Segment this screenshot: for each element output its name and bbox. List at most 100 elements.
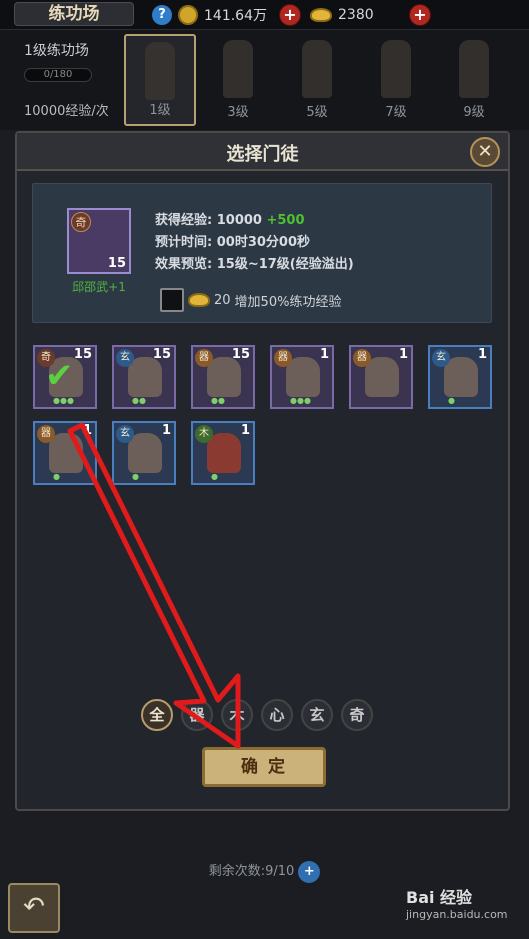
- level-card-9[interactable]: 9级: [438, 34, 510, 126]
- level-progress: 0/180: [24, 68, 92, 82]
- selected-hero-avatar: 奇 15: [67, 208, 131, 274]
- hero-portrait: [128, 433, 162, 473]
- hero-level: 1: [240, 423, 250, 438]
- level-card-label: 5级: [306, 105, 328, 120]
- gem-icons: ●: [448, 396, 455, 405]
- gold-currency: 2380: [310, 4, 374, 26]
- boost-checkbox[interactable]: [160, 288, 184, 312]
- filter-bar: 全 器 木 心 玄 奇: [141, 699, 373, 731]
- hero-card[interactable]: 木 1 ●: [191, 421, 255, 485]
- training-info-panel: 奇 15 邱邵武+1 获得经验: 10000 +500 预计时间: 00时30分…: [32, 183, 492, 323]
- gold-ingot-icon: [310, 8, 332, 22]
- hero-level: 1: [161, 423, 171, 438]
- hero-portrait: [286, 357, 320, 397]
- hero-portrait: [207, 433, 241, 473]
- gem-icons: ●: [132, 472, 139, 481]
- dialog-header: 选择门徒 ✕: [17, 133, 508, 171]
- time-line: 预计时间: 00时30分00秒: [155, 235, 310, 250]
- dialog-title: 选择门徒: [226, 144, 299, 165]
- filter-heart[interactable]: 心: [261, 699, 293, 731]
- hero-level: 1: [398, 347, 408, 362]
- info-lines: 获得经验: 10000 +500 预计时间: 00时30分00秒 效果预览: 1…: [155, 210, 354, 276]
- remaining-count: 剩余次数:9/10 +: [0, 860, 529, 883]
- hero-card[interactable]: 器 1 ●●●: [270, 345, 334, 409]
- exp-line: 获得经验: 10000 +500: [155, 210, 354, 232]
- help-icon[interactable]: ?: [152, 5, 172, 25]
- silver-currency: ? 141.64万: [152, 4, 267, 26]
- training-dummy-icon: [223, 40, 253, 98]
- level-name: 1级练功场: [24, 43, 89, 59]
- hero-card[interactable]: 器 1 ●: [33, 421, 97, 485]
- gem-icons: ●: [211, 472, 218, 481]
- page-title: 练功场: [14, 2, 134, 26]
- watermark-url: jingyan.baidu.com: [406, 908, 508, 921]
- confirm-button[interactable]: 确 定: [202, 747, 326, 787]
- hero-type-badge: 木: [195, 425, 213, 443]
- watermark-brand: Bai 经验: [406, 888, 473, 907]
- hero-card[interactable]: 器 1: [349, 345, 413, 409]
- hero-card[interactable]: 玄 15 ●●: [112, 345, 176, 409]
- silver-coin-icon: [178, 5, 198, 25]
- hero-card[interactable]: 器 15 ●●: [191, 345, 255, 409]
- hero-portrait: [49, 433, 83, 473]
- hero-type-badge: 器: [37, 425, 55, 443]
- baidu-watermark: Bai 经验 jingyan.baidu.com: [406, 884, 522, 934]
- filter-qi-rare[interactable]: 奇: [341, 699, 373, 731]
- hero-card[interactable]: 玄 1 ●: [112, 421, 176, 485]
- preview-line: 效果预览: 15级~17级(经验溢出): [155, 257, 354, 272]
- level-info: 1级练功场 0/180 10000经验/次: [24, 40, 124, 119]
- add-silver-button[interactable]: +: [279, 4, 301, 26]
- hero-type-badge: 奇: [71, 212, 91, 232]
- training-dummy-icon: [145, 42, 175, 100]
- filter-wood[interactable]: 木: [221, 699, 253, 731]
- boost-text: 增加50%练功经验: [234, 294, 342, 310]
- checkmark-icon: ✔: [45, 356, 74, 396]
- level-card-label: 1级: [149, 103, 171, 118]
- hero-level: 15: [231, 347, 250, 362]
- add-attempts-button[interactable]: +: [298, 860, 321, 883]
- filter-all[interactable]: 全: [141, 699, 173, 731]
- gem-icons: ●: [53, 472, 60, 481]
- hero-level: 1: [82, 423, 92, 438]
- gem-icons: ●●: [211, 396, 225, 405]
- hero-portrait: [365, 357, 399, 397]
- level-card-3[interactable]: 3级: [202, 34, 274, 126]
- close-button[interactable]: ✕: [470, 137, 500, 167]
- selected-hero-name: 邱邵武+1: [72, 280, 126, 294]
- gem-icons: ●●●: [53, 396, 74, 405]
- hero-portrait: [128, 357, 162, 397]
- level-card-label: 7级: [385, 105, 407, 120]
- top-bar: 练功场 ? 141.64万 + 2380 +: [0, 0, 529, 30]
- remaining-text: 剩余次数:9/10: [208, 864, 295, 879]
- level-card-label: 3级: [227, 105, 249, 120]
- training-dummy-icon: [459, 40, 489, 98]
- filter-xuan[interactable]: 玄: [301, 699, 333, 731]
- hero-card[interactable]: 玄 1 ●: [428, 345, 492, 409]
- add-gold-button[interactable]: +: [409, 4, 431, 26]
- level-card-5[interactable]: 5级: [281, 34, 353, 126]
- hero-portrait: [207, 357, 241, 397]
- boost-option: 20 增加50%练功经验: [160, 288, 341, 312]
- boost-cost: 20: [214, 292, 231, 308]
- level-card-7[interactable]: 7级: [360, 34, 432, 126]
- exp-label: 获得经验: 10000: [155, 213, 262, 228]
- hero-level: 15: [73, 347, 92, 362]
- hero-portrait: [444, 357, 478, 397]
- hero-type-badge: 玄: [116, 349, 134, 367]
- gem-icons: ●●: [132, 396, 146, 405]
- gold-ingot-icon: [188, 293, 210, 307]
- level-card-1[interactable]: 1级: [124, 34, 196, 126]
- hero-type-badge: 器: [274, 349, 292, 367]
- hero-card[interactable]: 奇 15 ✔ ●●●: [33, 345, 97, 409]
- level-card-label: 9级: [463, 105, 485, 120]
- hero-level: 1: [319, 347, 329, 362]
- exp-bonus: +500: [266, 213, 305, 228]
- silver-value: 141.64万: [204, 8, 267, 24]
- hero-level: 1: [477, 347, 487, 362]
- hero-type-badge: 玄: [432, 349, 450, 367]
- hero-level: 15: [107, 256, 126, 271]
- gem-icons: ●●●: [290, 396, 311, 405]
- back-button[interactable]: ↶: [8, 883, 60, 933]
- gold-value: 2380: [338, 7, 374, 23]
- filter-qi-tool[interactable]: 器: [181, 699, 213, 731]
